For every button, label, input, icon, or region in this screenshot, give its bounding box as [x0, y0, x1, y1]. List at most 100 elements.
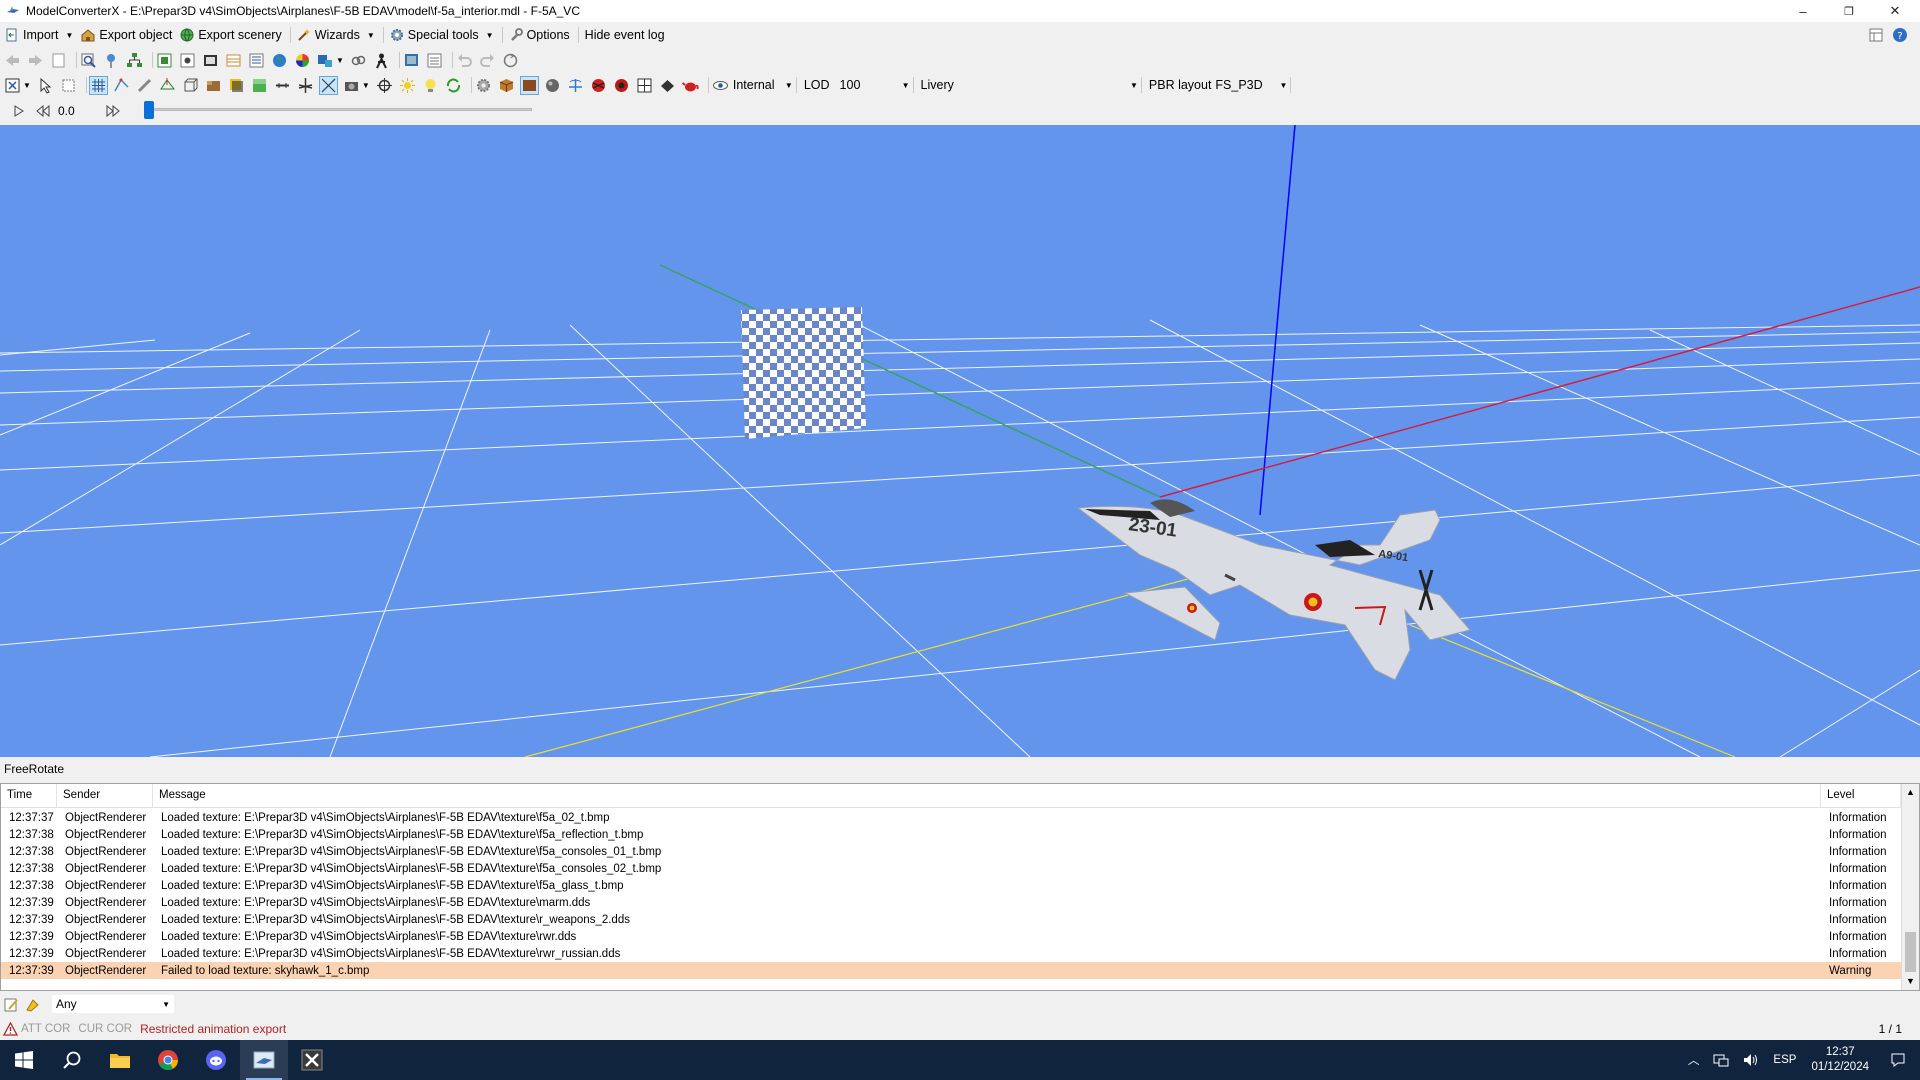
table-row[interactable]: 12:37:39 ObjectRenderer Loaded texture: …: [1, 928, 1901, 945]
document-icon[interactable]: [50, 52, 67, 69]
shaded-icon[interactable]: [228, 77, 245, 94]
chevron-down-icon[interactable]: ▼: [336, 56, 344, 65]
chevron-down-icon[interactable]: ▼: [23, 81, 31, 90]
view-mode-select[interactable]: Internal ▼: [733, 76, 793, 94]
material-editor-icon[interactable]: [156, 52, 173, 69]
aircraft-icon[interactable]: [297, 77, 314, 94]
import-menu[interactable]: Import ▼: [2, 25, 78, 45]
livery-select[interactable]: ▼: [958, 76, 1138, 94]
pan-icon[interactable]: [60, 77, 77, 94]
undo-icon[interactable]: [456, 52, 473, 69]
taskbar-search-button[interactable]: [48, 1040, 96, 1080]
crosshair-icon[interactable]: [376, 77, 393, 94]
film-icon[interactable]: [202, 52, 219, 69]
zoom-extents-icon[interactable]: [4, 77, 21, 94]
attach-point-icon[interactable]: [179, 52, 196, 69]
light-icon[interactable]: [399, 77, 416, 94]
sphere-icon[interactable]: [544, 77, 561, 94]
edit-log-icon[interactable]: [4, 997, 19, 1012]
table-row[interactable]: 12:37:38 ObjectRenderer Loaded texture: …: [1, 826, 1901, 843]
animation-time-field[interactable]: 0.0: [58, 104, 98, 118]
scroll-down-icon[interactable]: ▼: [1906, 976, 1915, 986]
maximize-button[interactable]: ❐: [1826, 0, 1872, 22]
recycle-icon[interactable]: [445, 77, 462, 94]
lod-select[interactable]: 100 ▼: [840, 76, 910, 94]
measure-icon[interactable]: [274, 77, 291, 94]
play-icon[interactable]: [12, 104, 26, 118]
table-row[interactable]: 12:37:38 ObjectRenderer Loaded texture: …: [1, 843, 1901, 860]
log-scrollbar[interactable]: ▲ ▼: [1901, 784, 1919, 990]
table-row[interactable]: 12:37:39 ObjectRenderer Loaded texture: …: [1, 911, 1901, 928]
rewind-icon[interactable]: [36, 104, 50, 118]
table-row-warning[interactable]: 12:37:39 ObjectRenderer Failed to load t…: [1, 962, 1901, 979]
taskbar-chrome[interactable]: [144, 1040, 192, 1080]
back-arrow-icon[interactable]: [4, 52, 21, 69]
material-icon[interactable]: [519, 75, 539, 95]
teapot-icon[interactable]: [681, 77, 699, 94]
scrollbar-thumb[interactable]: [1905, 932, 1916, 972]
taskbar-discord[interactable]: [192, 1040, 240, 1080]
pin-icon[interactable]: [103, 52, 120, 69]
fast-forward-icon[interactable]: [106, 104, 120, 118]
special-tools-menu[interactable]: Special tools ▼: [387, 25, 499, 45]
rotate-axis-icon[interactable]: [567, 77, 584, 94]
column-header-time[interactable]: Time: [1, 784, 57, 807]
bounding-box-icon[interactable]: [182, 77, 199, 94]
column-header-level[interactable]: Level: [1821, 784, 1901, 807]
globe-icon[interactable]: [271, 52, 288, 69]
properties-icon[interactable]: [426, 52, 443, 69]
texture-icon[interactable]: [205, 77, 222, 94]
column-header-sender[interactable]: Sender: [57, 784, 153, 807]
notifications-icon[interactable]: [1890, 1052, 1906, 1068]
clear-log-icon[interactable]: [25, 997, 40, 1012]
table-row[interactable]: 12:37:39 ObjectRenderer Loaded texture: …: [1, 945, 1901, 962]
log-level-filter-select[interactable]: Any ▼: [52, 995, 174, 1013]
minimize-button[interactable]: –: [1780, 0, 1826, 22]
animation-slider-track[interactable]: [148, 108, 532, 111]
grid-icon[interactable]: [88, 75, 108, 95]
options-menu[interactable]: Options: [506, 25, 575, 45]
link-icon[interactable]: [350, 52, 367, 69]
bulb-icon[interactable]: [422, 77, 439, 94]
forward-arrow-icon[interactable]: [27, 52, 44, 69]
table-row[interactable]: 12:37:38 ObjectRenderer Loaded texture: …: [1, 877, 1901, 894]
hierarchy-icon[interactable]: [126, 52, 143, 69]
dark-shape-icon[interactable]: [659, 77, 676, 94]
taskbar-clock[interactable]: 12:37 01/12/2024: [1811, 1045, 1869, 1075]
person-icon[interactable]: [373, 52, 390, 69]
taskbar-modelconverterx[interactable]: [240, 1040, 288, 1080]
table-icon[interactable]: [225, 52, 242, 69]
close-button[interactable]: ✕: [1872, 0, 1918, 22]
3d-viewport[interactable]: A9-01 23-01: [0, 125, 1920, 757]
chevron-down-icon[interactable]: ▼: [362, 81, 370, 90]
table-row[interactable]: 12:37:39 ObjectRenderer Loaded texture: …: [1, 894, 1901, 911]
scroll-up-icon[interactable]: ▲: [1906, 787, 1915, 797]
volume-icon[interactable]: [1743, 1053, 1759, 1067]
camera-icon[interactable]: [343, 77, 360, 94]
show-hidden-icons-icon[interactable]: ︿: [1688, 1052, 1700, 1068]
taskbar-xplane[interactable]: [288, 1040, 336, 1080]
bone-icon[interactable]: [136, 77, 153, 94]
axes-icon[interactable]: [318, 75, 338, 95]
input-language[interactable]: ESP: [1773, 1054, 1796, 1066]
refresh-icon[interactable]: [502, 52, 519, 69]
animation-slider-thumb[interactable]: [144, 101, 154, 119]
wizards-menu[interactable]: Wizards ▼: [294, 25, 380, 45]
color-wheel-icon[interactable]: [294, 52, 311, 69]
texture-list-icon[interactable]: [248, 52, 265, 69]
hide-event-log-button[interactable]: Hide event log: [582, 25, 670, 45]
export-object-menu[interactable]: Export object: [78, 25, 177, 45]
pbr-layout-select[interactable]: FS_P3D ▼: [1215, 76, 1287, 94]
red-sphere-icon[interactable]: [590, 77, 607, 94]
taskbar-file-explorer[interactable]: [96, 1040, 144, 1080]
red-sphere-icon[interactable]: [613, 77, 630, 94]
start-button[interactable]: [0, 1040, 48, 1080]
network-icon[interactable]: [1713, 1053, 1729, 1067]
redo-icon[interactable]: [479, 52, 496, 69]
export-scenery-menu[interactable]: Export scenery: [177, 25, 286, 45]
wireframe-icon[interactable]: [113, 77, 130, 94]
zoom-icon[interactable]: [80, 52, 97, 69]
help-icon[interactable]: ?: [1892, 27, 1908, 43]
grid-tools-icon[interactable]: [317, 52, 334, 69]
settings-icon[interactable]: [475, 77, 492, 94]
